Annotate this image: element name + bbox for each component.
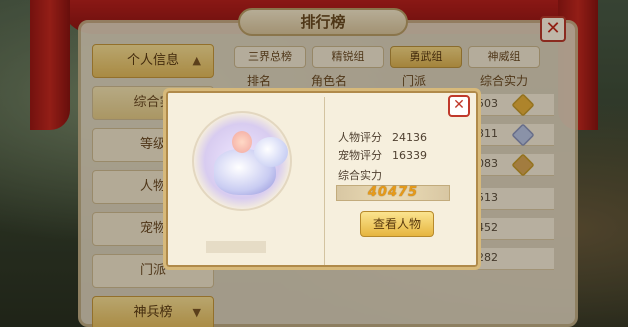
pet-score-value: 16339 xyxy=(392,149,427,162)
player-name-plate xyxy=(206,241,266,253)
total-strength-label: 综合实力 xyxy=(338,169,382,182)
popup-divider xyxy=(324,97,325,265)
character-avatar-image xyxy=(232,131,252,153)
character-score-value: 24136 xyxy=(392,131,427,144)
pet-score-line: 宠物评分 16339 xyxy=(338,147,427,163)
character-score-line: 人物评分 24136 xyxy=(338,129,427,145)
close-popup-button[interactable]: ✕ xyxy=(448,95,470,117)
pet-head-image xyxy=(254,137,288,167)
pet-score-label: 宠物评分 xyxy=(338,149,382,162)
character-score-label: 人物评分 xyxy=(338,131,382,144)
total-strength-value: 40475 xyxy=(336,185,450,201)
player-detail-popup: 人物评分 24136 宠物评分 16339 综合实力 40475 查看人物 ✕ xyxy=(163,88,481,270)
view-character-button[interactable]: 查看人物 xyxy=(360,211,434,237)
